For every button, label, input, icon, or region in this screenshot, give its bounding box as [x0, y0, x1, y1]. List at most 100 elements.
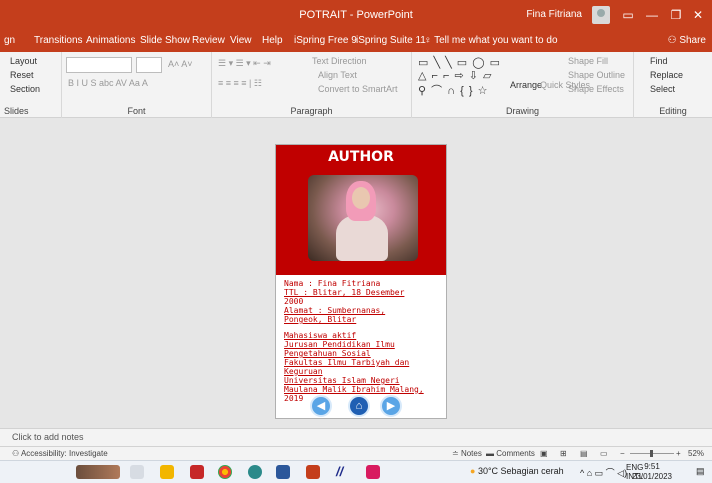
comments-toggle-label: Comments	[496, 449, 535, 458]
zoom-level[interactable]: 52%	[688, 449, 704, 458]
clock[interactable]: 9:51 23/01/2023	[622, 462, 682, 482]
info-line: 2000	[284, 297, 304, 306]
prev-button[interactable]: ◀	[310, 395, 332, 417]
app-red-icon[interactable]	[366, 465, 380, 479]
tab-help[interactable]: Help	[262, 30, 283, 52]
next-button[interactable]: ▶	[380, 395, 402, 417]
tab-view[interactable]: View	[230, 30, 252, 52]
weather-text: 30°C Sebagian cerah	[477, 466, 564, 476]
normal-view-icon[interactable]: ▣	[540, 449, 548, 458]
notes-placeholder: Click to add notes	[12, 432, 84, 442]
align-text-button[interactable]: Align Text	[318, 70, 357, 80]
clock-date: 23/01/2023	[631, 472, 673, 481]
align-icons[interactable]: ≡ ≡ ≡ ≡ | ☷	[218, 78, 262, 89]
info-line: Fakultas Ilmu Tarbiyah dan	[284, 358, 410, 367]
info-line: Universitas Islam Negeri	[284, 376, 400, 385]
font-group-label: Font	[127, 106, 146, 116]
info-line: Jurusan Pendidikan Ilmu	[284, 340, 395, 349]
info-line	[284, 324, 444, 331]
edge-icon[interactable]	[248, 465, 262, 479]
author-photo[interactable]	[308, 175, 418, 261]
tell-me-search[interactable]: ♀ Tell me what you want to do	[424, 30, 558, 52]
reset-button[interactable]: Reset	[10, 70, 34, 80]
zoom-out-button[interactable]: −	[620, 449, 625, 458]
photo-face-shape	[352, 187, 370, 209]
accessibility-status[interactable]: ⚇ Accessibility: Investigate	[12, 449, 108, 458]
smartart-button[interactable]: Convert to SmartArt	[318, 84, 398, 94]
author-info-textbox[interactable]: Nama : Fina Fitriana TTL : Blitar, 18 De…	[284, 279, 444, 403]
slide-nav-buttons: ◀ ⌂ ▶	[276, 395, 446, 417]
info-line: Maulana Malik Ibrahim Malang,	[284, 385, 424, 394]
select-button[interactable]: Select	[650, 84, 675, 94]
powerpoint-icon[interactable]	[306, 465, 320, 479]
drawing-group-label: Drawing	[505, 106, 539, 116]
task-view-icon[interactable]	[130, 465, 144, 479]
share-icon: ⚇	[667, 35, 680, 46]
clock-time: 9:51	[644, 462, 660, 471]
app-icon[interactable]	[190, 465, 204, 479]
zoom-in-button[interactable]: +	[676, 449, 681, 458]
tab-review[interactable]: Review	[192, 30, 225, 52]
shape-fill-button[interactable]: Shape Fill	[568, 56, 608, 66]
slide[interactable]: AUTHOR Nama : Fina Fitriana TTL : Blitar…	[275, 144, 447, 419]
font-name-select[interactable]	[66, 57, 132, 73]
tab-design[interactable]: gn	[4, 30, 15, 52]
tab-animations[interactable]: Animations	[86, 30, 135, 52]
shapes-gallery[interactable]: ▭ ╲ ╲ ▭ ◯ ▭ △ ⌐ ⌐ ⇨ ⇩ ▱ ⚲ ⌒ ∩ { } ☆	[418, 56, 501, 98]
comments-icon: ▬	[486, 449, 497, 458]
ribbon: Layout Reset Section Slides A˄ A˅ B I U …	[0, 52, 712, 118]
hashtag-app-icon[interactable]: //	[336, 465, 350, 479]
comments-toggle[interactable]: ▬ Comments	[486, 449, 535, 458]
weather-widget[interactable]: ● 30°C Sebagian cerah	[470, 466, 564, 476]
tab-transitions[interactable]: Transitions	[34, 30, 83, 52]
weather-icon: ●	[470, 466, 478, 476]
shape-effects-button[interactable]: Shape Effects	[568, 84, 624, 94]
word-icon[interactable]	[276, 465, 290, 479]
info-line: Mahasiswa aktif	[284, 331, 357, 340]
reading-view-icon[interactable]: ▤	[580, 449, 588, 458]
accessibility-icon: ⚇	[12, 449, 21, 458]
slide-header-band-bottom	[276, 267, 446, 275]
status-bar: ⚇ Accessibility: Investigate ≐ Notes ▬ C…	[0, 446, 712, 460]
user-name[interactable]: Fina Fitriana	[526, 0, 582, 30]
slide-sorter-icon[interactable]: ⊞	[560, 449, 567, 458]
file-explorer-icon[interactable]	[160, 465, 174, 479]
font-format-row[interactable]: B I U S abc AV Aa A	[68, 78, 148, 88]
bullets-icon[interactable]: ☰ ▾ ☰ ▾ ⇤ ⇥	[218, 58, 271, 69]
close-button[interactable]: ✕	[684, 0, 712, 30]
tray-icons[interactable]: ^ ⌂ ▭ ⌒ ◁)	[580, 466, 627, 479]
group-drawing: ▭ ╲ ╲ ▭ ◯ ▭ △ ⌐ ⌐ ⇨ ⇩ ▱ ⚲ ⌒ ∩ { } ☆ Arrang…	[412, 52, 634, 118]
notes-pane[interactable]: Click to add notes	[0, 428, 712, 446]
group-font: A˄ A˅ B I U S abc AV Aa A Font	[62, 52, 212, 118]
arrange-button[interactable]: Arrange	[510, 80, 542, 90]
notes-toggle[interactable]: ≐ Notes	[452, 449, 482, 458]
chrome-icon[interactable]	[218, 465, 232, 479]
info-line: Pongeok, Blitar	[284, 315, 357, 324]
find-button[interactable]: Find	[650, 56, 668, 66]
font-grow-icon[interactable]: A˄ A˅	[168, 59, 193, 69]
section-button[interactable]: Section	[10, 84, 40, 94]
notes-icon: ≐	[452, 449, 461, 458]
info-line: Alamat : Sumbernanas,	[284, 306, 386, 315]
text-direction-button[interactable]: Text Direction	[312, 56, 367, 66]
notification-icon[interactable]: ▤	[696, 466, 705, 477]
tab-ispring-suite[interactable]: iSpring Suite 11	[356, 30, 426, 52]
replace-button[interactable]: Replace	[650, 70, 683, 80]
font-size-select[interactable]	[136, 57, 162, 73]
accessibility-text: Accessibility: Investigate	[20, 449, 108, 458]
zoom-slider-thumb[interactable]	[650, 450, 653, 457]
shape-outline-button[interactable]: Shape Outline	[568, 70, 625, 80]
slideshow-view-icon[interactable]: ▭	[600, 449, 608, 458]
taskbar-widget-image[interactable]	[76, 465, 120, 479]
share-button[interactable]: ⚇ Share	[668, 30, 706, 52]
slide-title[interactable]: AUTHOR	[276, 149, 446, 165]
tab-slide-show[interactable]: Slide Show	[140, 30, 190, 52]
home-button[interactable]: ⌂	[348, 395, 370, 417]
tab-ispring-free[interactable]: iSpring Free 9	[294, 30, 357, 52]
photo-body-shape	[336, 215, 388, 261]
taskbar: // ● 30°C Sebagian cerah ^ ⌂ ▭ ⌒ ◁) ENG …	[0, 460, 712, 483]
layout-button[interactable]: Layout	[10, 56, 37, 66]
group-paragraph: ☰ ▾ ☰ ▾ ⇤ ⇥ Text Direction Align Text Co…	[212, 52, 412, 118]
info-line: Nama : Fina Fitriana	[284, 279, 381, 288]
user-avatar[interactable]	[592, 6, 610, 24]
